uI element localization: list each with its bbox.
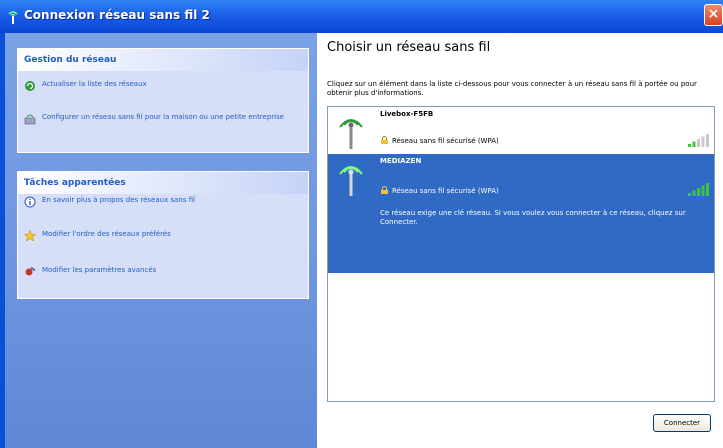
network-tasks-heading: Gestion du réseau xyxy=(18,49,308,71)
signal-strength-icon xyxy=(688,183,709,196)
network-setup-icon xyxy=(24,114,36,125)
advanced-settings-icon xyxy=(25,266,36,276)
wireless-network-icon xyxy=(8,11,18,24)
title-bar[interactable]: Connexion réseau sans fil 2 × xyxy=(0,0,723,33)
window-client-area: Gestion du réseau Actualiser la liste de… xyxy=(5,33,723,448)
lock-icon xyxy=(381,136,388,144)
info-icon xyxy=(24,196,36,208)
change-advanced-settings-label: Modifier les paramètres avancés xyxy=(42,266,157,274)
lock-icon xyxy=(381,186,388,194)
signal-strength-icon xyxy=(688,134,709,147)
connect-button[interactable]: Connecter xyxy=(653,414,711,432)
setup-wireless-network-link[interactable]: Configurer un réseau sans fil pour la ma… xyxy=(24,113,302,125)
network-name: MEDIAZEN xyxy=(380,157,422,165)
change-preferred-order-link[interactable]: Modifier l'ordre des réseaux préférés xyxy=(24,230,302,242)
wireless-network-list[interactable]: Livebox-F5FB Réseau sans fil sécurisé (W… xyxy=(327,106,715,402)
learn-about-wireless-link[interactable]: En savoir plus à propos des réseaux sans… xyxy=(24,196,302,208)
close-button[interactable]: × xyxy=(704,4,723,26)
change-advanced-settings-link[interactable]: Modifier les paramètres avancés xyxy=(24,266,302,276)
refresh-icon xyxy=(25,81,35,91)
learn-about-wireless-label: En savoir plus à propos des réseaux sans… xyxy=(42,196,196,204)
network-security-status: Réseau sans fil sécurisé (WPA) xyxy=(392,187,499,195)
network-name: Livebox-F5FB xyxy=(380,110,434,118)
page-title: Choisir un réseau sans fil xyxy=(327,40,491,55)
refresh-network-list-label: Actualiser la liste des réseaux xyxy=(42,80,147,88)
related-tasks-box: Tâches apparentées En savoir plus à prop… xyxy=(17,171,309,299)
wireless-antenna-icon xyxy=(339,166,363,196)
network-item-livebox[interactable]: Livebox-F5FB Réseau sans fil sécurisé (W… xyxy=(328,107,714,153)
close-icon: × xyxy=(707,6,720,22)
star-icon xyxy=(24,230,36,242)
refresh-network-list-link[interactable]: Actualiser la liste des réseaux xyxy=(24,80,302,91)
change-preferred-order-label: Modifier l'ordre des réseaux préférés xyxy=(42,230,171,238)
task-pane: Gestion du réseau Actualiser la liste de… xyxy=(5,33,317,448)
window-title: Connexion réseau sans fil 2 xyxy=(24,8,210,22)
instructions-text: Cliquez sur un élément dans la liste ci-… xyxy=(327,80,697,97)
wireless-connection-window: Connexion réseau sans fil 2 × Gestion du… xyxy=(0,0,723,448)
wireless-antenna-icon xyxy=(339,119,363,149)
network-key-info: Ce réseau exige une clé réseau. Si vous … xyxy=(380,209,686,226)
network-item-mediazen[interactable]: MEDIAZEN Réseau sans fil sécurisé (WPA) … xyxy=(328,154,714,273)
setup-wireless-network-label: Configurer un réseau sans fil pour la ma… xyxy=(42,113,285,121)
network-security-status: Réseau sans fil sécurisé (WPA) xyxy=(392,137,499,145)
network-tasks-box: Gestion du réseau Actualiser la liste de… xyxy=(17,48,309,153)
related-tasks-heading: Tâches apparentées xyxy=(18,172,308,194)
content-pane: Choisir un réseau sans fil Cliquez sur u… xyxy=(317,33,723,448)
